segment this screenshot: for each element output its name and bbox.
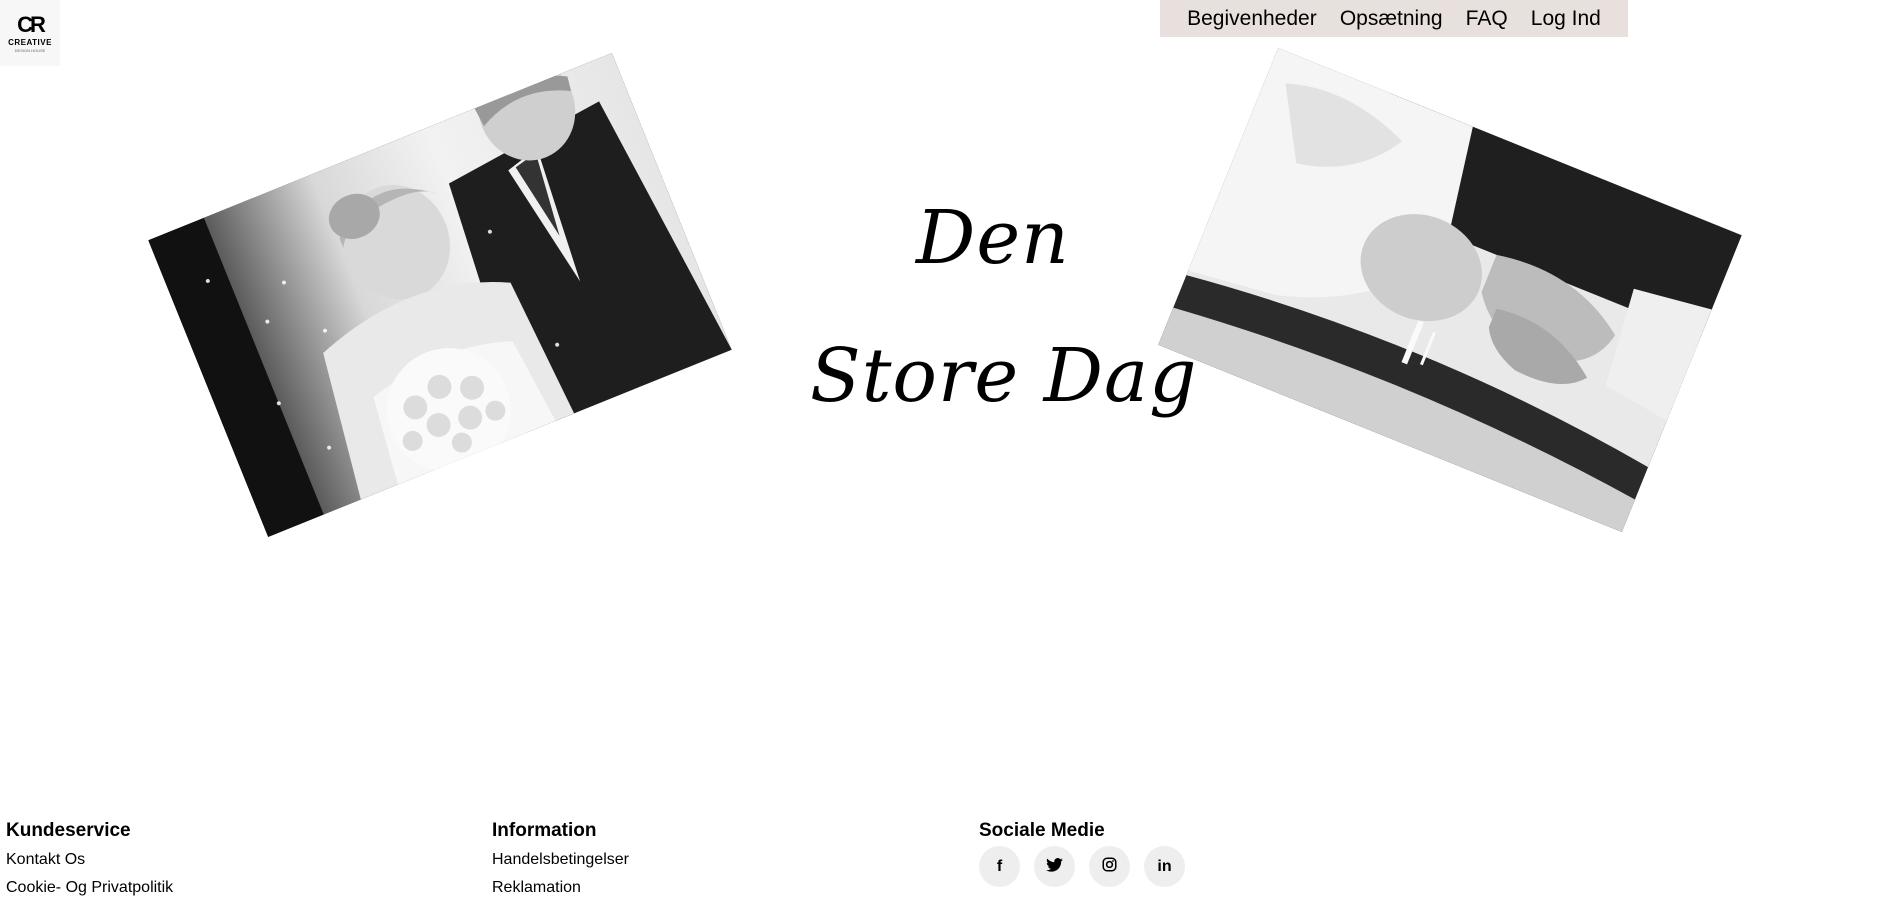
logo-brand-text: CREATIVE (8, 37, 52, 47)
footer-link-kontakt-os[interactable]: Kontakt Os (6, 846, 486, 874)
footer-link-cookie-privatpolitik[interactable]: Cookie- Og Privatpolitik (6, 874, 486, 902)
footer-heading-kundeservice: Kundeservice (6, 820, 131, 841)
footer-information: Information Handelsbetingelser Reklamati… (492, 820, 972, 902)
nav-link-begivenheder[interactable]: Begivenheder (1187, 7, 1317, 31)
footer-kundeservice: Kundeservice Kontakt Os Cookie- Og Priva… (6, 820, 486, 902)
instagram-icon (1102, 857, 1117, 876)
linkedin-button[interactable]: in (1144, 846, 1185, 887)
footer-heading-sociale-medie: Sociale Medie (979, 820, 1105, 841)
facebook-icon: f (996, 857, 1003, 875)
baptism-photo (1158, 47, 1742, 533)
facebook-button[interactable]: f (979, 846, 1020, 887)
instagram-button[interactable] (1089, 846, 1130, 887)
footer-sociale-medie: Sociale Medie f in (979, 820, 1459, 887)
twitter-icon (1046, 857, 1063, 876)
hero-title-line-2: Store Dag (810, 333, 1198, 419)
nav-link-faq[interactable]: FAQ (1466, 7, 1508, 31)
logo-tagline: DESIGN HOUSE (14, 47, 46, 53)
logo-mark: CR (17, 11, 46, 37)
social-icons: f in (979, 846, 1459, 887)
linkedin-icon: in (1157, 857, 1172, 875)
footer-link-reklamation[interactable]: Reklamation (492, 874, 972, 902)
nav-link-opsaetning[interactable]: Opsætning (1340, 7, 1443, 31)
nav-link-log-ind[interactable]: Log Ind (1531, 7, 1601, 31)
twitter-button[interactable] (1034, 846, 1075, 887)
hero-title-line-1: Den (916, 195, 1070, 281)
top-navigation: Begivenheder Opsætning FAQ Log Ind (1160, 0, 1628, 37)
wedding-couple-photo (148, 52, 732, 538)
footer-link-handelsbetingelser[interactable]: Handelsbetingelser (492, 846, 972, 874)
site-logo[interactable]: CR CREATIVE DESIGN HOUSE (0, 0, 60, 66)
footer-heading-information: Information (492, 820, 597, 841)
